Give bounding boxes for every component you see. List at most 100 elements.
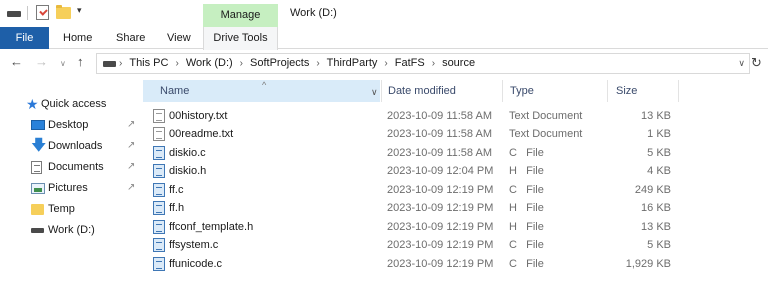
address-history-chevron-icon[interactable]: ∨ bbox=[738, 58, 745, 69]
file-type: C File bbox=[509, 147, 544, 159]
pin-icon[interactable]: ↗ bbox=[127, 136, 135, 156]
tab-share[interactable]: Share bbox=[116, 27, 145, 49]
file-type: C File bbox=[509, 239, 544, 251]
file-size: 13 KB bbox=[641, 221, 671, 233]
file-date: 2023-10-09 12:19 PM bbox=[387, 258, 494, 270]
customize-toolbar-dropdown-icon[interactable]: ▾ bbox=[77, 5, 82, 16]
new-folder-icon[interactable] bbox=[56, 5, 71, 19]
properties-icon[interactable] bbox=[36, 5, 49, 20]
file-type: H File bbox=[509, 165, 544, 177]
file-size: 1,929 KB bbox=[625, 258, 671, 270]
sidebar-item-label: Documents bbox=[48, 161, 104, 173]
sidebar-item-work-drive[interactable]: Work (D:) bbox=[0, 220, 142, 240]
file-type: Text Document bbox=[509, 128, 583, 140]
c-header-icon bbox=[153, 164, 165, 178]
file-name: 00readme.txt bbox=[169, 128, 234, 140]
breadcrumb: › This PC › Work (D:) › SoftProjects › ThirdPar… bbox=[119, 57, 475, 69]
pin-icon[interactable]: ↗ bbox=[127, 157, 135, 177]
documents-icon bbox=[31, 161, 42, 174]
column-header-type[interactable]: Type bbox=[502, 80, 606, 102]
file-type: H File bbox=[509, 202, 544, 214]
table-row[interactable]: ffsystem.c 2023-10-09 12:19 PM C File 5 … bbox=[143, 236, 703, 254]
sidebar-item-label: Pictures bbox=[48, 182, 88, 194]
breadcrumb-separator-icon[interactable]: › bbox=[240, 58, 243, 69]
pin-icon[interactable]: ↗ bbox=[127, 178, 135, 198]
file-name: ffconf_template.h bbox=[169, 221, 254, 233]
downloads-icon: 🡇 bbox=[31, 137, 47, 154]
star-icon: ★ bbox=[26, 96, 39, 112]
sidebar-item-label: Temp bbox=[48, 203, 75, 215]
manage-contextual-tab[interactable]: Manage bbox=[203, 4, 278, 27]
text-file-icon bbox=[153, 127, 165, 141]
file-size: 13 KB bbox=[641, 110, 671, 122]
title-bar: ▾ Manage Work (D:) bbox=[0, 0, 768, 27]
sort-ascending-icon: ^ bbox=[262, 80, 267, 90]
breadcrumb-softprojects[interactable]: SoftProjects bbox=[250, 57, 309, 69]
sidebar-item-pictures[interactable]: Pictures ↗ bbox=[0, 178, 142, 198]
file-name: ff.c bbox=[169, 184, 184, 196]
table-row[interactable]: diskio.h 2023-10-09 12:04 PM H File 4 KB bbox=[143, 162, 703, 180]
file-date: 2023-10-09 12:04 PM bbox=[387, 165, 494, 177]
toolbar-divider bbox=[27, 6, 28, 20]
c-source-icon bbox=[153, 146, 165, 160]
desktop-icon bbox=[31, 120, 45, 130]
file-type: C File bbox=[509, 258, 544, 270]
sidebar-item-label: Downloads bbox=[48, 140, 103, 152]
drive-icon bbox=[31, 228, 44, 233]
breadcrumb-separator-icon[interactable]: › bbox=[384, 58, 387, 69]
recent-locations-chevron-icon[interactable]: ∨ bbox=[60, 57, 66, 71]
file-name: 00history.txt bbox=[169, 110, 228, 122]
sidebar-item-label: Desktop bbox=[48, 119, 89, 131]
file-type: Text Document bbox=[509, 110, 583, 122]
breadcrumb-fatfs[interactable]: FatFS bbox=[395, 57, 425, 69]
sidebar-item-documents[interactable]: Documents ↗ bbox=[0, 157, 142, 177]
sidebar-item-desktop[interactable]: Desktop ↗ bbox=[0, 115, 142, 135]
breadcrumb-separator-icon[interactable]: › bbox=[119, 58, 122, 69]
column-header-size[interactable]: Size bbox=[607, 80, 679, 102]
address-bar[interactable]: › This PC › Work (D:) › SoftProjects › ThirdPar… bbox=[96, 53, 750, 74]
table-row[interactable]: ffunicode.c 2023-10-09 12:19 PM C File 1… bbox=[143, 255, 703, 273]
column-header-name[interactable]: Name ^ ∨ bbox=[143, 80, 380, 102]
breadcrumb-source[interactable]: source bbox=[442, 57, 475, 69]
column-header-label: Name bbox=[160, 85, 190, 97]
sidebar-item-label: Quick access bbox=[41, 98, 107, 110]
back-arrow-icon[interactable]: ← bbox=[10, 55, 23, 69]
up-arrow-icon[interactable]: ↑ bbox=[77, 55, 84, 69]
breadcrumb-separator-icon[interactable]: › bbox=[316, 58, 319, 69]
file-name: diskio.h bbox=[169, 165, 207, 177]
forward-arrow-icon[interactable]: → bbox=[35, 55, 48, 69]
pin-icon[interactable]: ↗ bbox=[127, 115, 135, 135]
breadcrumb-separator-icon[interactable]: › bbox=[175, 58, 178, 69]
sidebar-item-temp[interactable]: Temp bbox=[0, 199, 142, 219]
table-row[interactable]: 00history.txt 2023-10-09 11:58 AM Text D… bbox=[143, 107, 703, 125]
tab-drive-tools[interactable]: Drive Tools bbox=[203, 27, 278, 50]
refresh-icon[interactable]: ↻ bbox=[751, 55, 762, 71]
tab-file[interactable]: File bbox=[0, 27, 49, 49]
tab-home[interactable]: Home bbox=[63, 27, 92, 49]
c-header-icon bbox=[153, 201, 165, 215]
breadcrumb-thirdparty[interactable]: ThirdParty bbox=[327, 57, 378, 69]
file-type: C File bbox=[509, 184, 544, 196]
c-source-icon bbox=[153, 238, 165, 252]
file-date: 2023-10-09 12:19 PM bbox=[387, 184, 494, 196]
file-size: 1 KB bbox=[647, 128, 671, 140]
c-source-icon bbox=[153, 257, 165, 271]
table-row[interactable]: ff.h 2023-10-09 12:19 PM H File 16 KB bbox=[143, 199, 703, 217]
breadcrumb-this-pc[interactable]: This PC bbox=[129, 57, 168, 69]
sidebar-item-quick-access[interactable]: ★ Quick access bbox=[0, 94, 142, 114]
pictures-icon bbox=[31, 183, 45, 194]
sidebar-item-downloads[interactable]: 🡇 Downloads ↗ bbox=[0, 136, 142, 156]
file-date: 2023-10-09 11:58 AM bbox=[387, 128, 492, 140]
table-row[interactable]: diskio.c 2023-10-09 11:58 AM C File 5 KB bbox=[143, 144, 703, 162]
column-header-date-modified[interactable]: Date modified bbox=[381, 80, 501, 102]
file-type: H File bbox=[509, 221, 544, 233]
column-filter-chevron-icon[interactable]: ∨ bbox=[371, 81, 378, 103]
table-row[interactable]: ff.c 2023-10-09 12:19 PM C File 249 KB bbox=[143, 181, 703, 199]
tab-view[interactable]: View bbox=[167, 27, 191, 49]
breadcrumb-separator-icon[interactable]: › bbox=[432, 58, 435, 69]
file-size: 5 KB bbox=[647, 239, 671, 251]
table-row[interactable]: ffconf_template.h 2023-10-09 12:19 PM H … bbox=[143, 218, 703, 236]
table-row[interactable]: 00readme.txt 2023-10-09 11:58 AM Text Do… bbox=[143, 125, 703, 143]
folder-icon bbox=[31, 204, 44, 215]
breadcrumb-work-drive[interactable]: Work (D:) bbox=[186, 57, 233, 69]
